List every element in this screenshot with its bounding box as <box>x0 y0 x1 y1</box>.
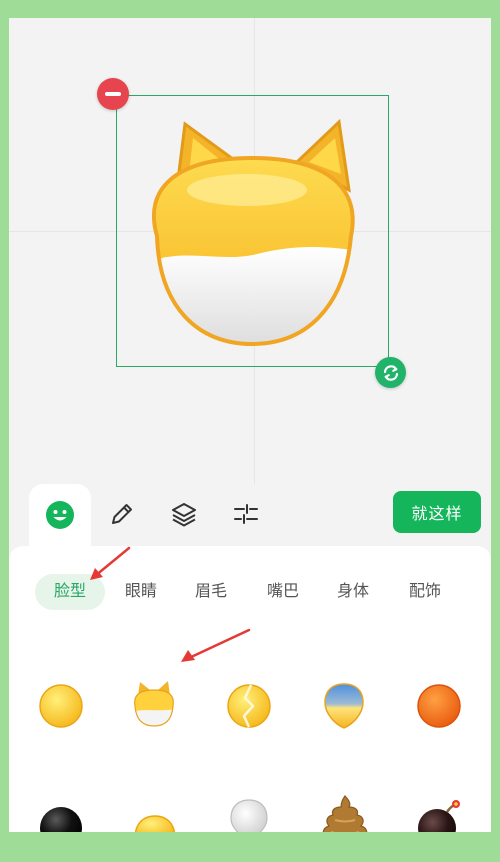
annotation-arrow-category <box>90 546 131 580</box>
tool-face[interactable] <box>29 484 91 546</box>
tool-draw[interactable] <box>104 496 140 532</box>
minus-icon <box>105 92 121 96</box>
face-item-yellow[interactable] <box>37 682 85 730</box>
pencil-icon <box>112 504 132 524</box>
app-screen: 就这样 脸型 眼睛 眉毛 嘴巴 身体 配饰 <box>9 18 491 832</box>
tab-mouth[interactable]: 嘴巴 <box>261 574 305 610</box>
face-item-orange[interactable] <box>415 682 463 730</box>
face-item-half-yellow[interactable] <box>131 802 179 832</box>
face-item-black[interactable] <box>37 802 85 832</box>
face-item-bomb[interactable] <box>415 796 463 832</box>
face-item-blue-yellow[interactable] <box>321 680 367 732</box>
annotation-arrow-cat-face <box>181 628 251 662</box>
face-item-white-bulb[interactable] <box>225 796 273 832</box>
smiley-icon <box>46 501 74 529</box>
rotate-icon <box>383 364 398 381</box>
adjust-icon <box>234 504 258 524</box>
tool-bar: 就这样 <box>9 484 491 546</box>
part-selector-panel: 脸型 眼睛 眉毛 嘴巴 身体 配饰 <box>9 546 491 832</box>
editor-canvas[interactable] <box>9 18 491 484</box>
face-item-cracked[interactable] <box>225 682 273 730</box>
face-item-poop[interactable] <box>321 794 369 832</box>
done-button[interactable]: 就这样 <box>393 491 481 533</box>
tab-accessories[interactable]: 配饰 <box>403 574 447 610</box>
tab-eyebrows[interactable]: 眉毛 <box>189 574 233 610</box>
tool-adjust[interactable] <box>228 496 264 532</box>
face-item-cat[interactable] <box>131 678 177 730</box>
layers-icon <box>172 503 196 527</box>
delete-button[interactable] <box>97 78 129 110</box>
rotate-button[interactable] <box>375 357 406 388</box>
cat-face-sticker[interactable] <box>137 118 367 350</box>
tool-layers[interactable] <box>166 496 202 532</box>
category-tabs: 脸型 眼睛 眉毛 嘴巴 身体 配饰 <box>9 574 491 610</box>
tab-body[interactable]: 身体 <box>331 574 375 610</box>
